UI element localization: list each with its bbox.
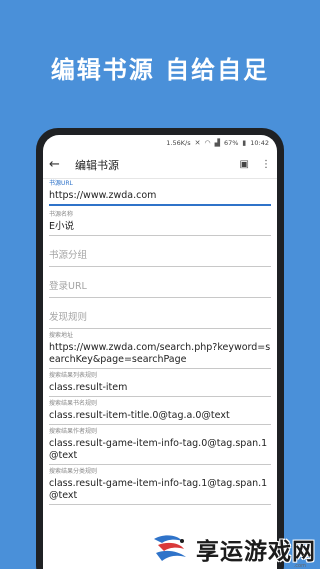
search-name-input[interactable]: class.result-item-title.0@tag.a.0@text [49, 409, 271, 425]
phone-screen: 1.56K/s ✕ ◠ ▟ 67% ▮ 10:42 ← 编辑书源 ▣ ⋮ 书源U… [43, 135, 277, 569]
search-list-label: 搜索结果列表规则 [49, 372, 98, 379]
clock: 10:42 [250, 139, 269, 147]
battery-icon: ▮ [242, 139, 247, 147]
source-url-field[interactable]: 书源URL https://www.zwda.com [49, 179, 271, 206]
source-url-input[interactable]: https://www.zwda.com [49, 189, 271, 206]
wifi-icon: ◠ [204, 139, 211, 147]
status-bar: 1.56K/s ✕ ◠ ▟ 67% ▮ 10:42 [43, 135, 277, 151]
dragon-logo-icon [154, 535, 186, 561]
login-url-input[interactable]: 登录URL [49, 267, 271, 298]
more-vert-icon[interactable]: ⋮ [261, 159, 271, 170]
promo-headline: 编辑书源 自给自足 [50, 56, 270, 84]
search-name-label: 搜索结果书名规则 [49, 400, 98, 407]
search-url-input[interactable]: https://www.zwda.com/search.php?keyword=… [49, 341, 271, 369]
search-kind-label: 搜索结果分类规则 [49, 468, 98, 475]
source-url-label: 书源URL [49, 180, 73, 187]
arrow-left-icon[interactable]: ← [49, 157, 71, 172]
source-form: 书源URL https://www.zwda.com 书源名称 E小说 书源分组… [43, 179, 277, 505]
signal-icon: ▟ [214, 139, 220, 147]
phone-frame: 1.56K/s ✕ ◠ ▟ 67% ▮ 10:42 ← 编辑书源 ▣ ⋮ 书源U… [36, 128, 284, 569]
app-bar: ← 编辑书源 ▣ ⋮ [43, 151, 277, 179]
search-author-label: 搜索结果作者规则 [49, 428, 98, 435]
page-title: 编辑书源 [75, 158, 119, 172]
battery-level: 67% [223, 139, 239, 147]
source-group-field[interactable]: 书源分组 [49, 236, 271, 267]
search-list-field[interactable]: 搜索结果列表规则 class.result-item [49, 371, 271, 397]
search-author-field[interactable]: 搜索结果作者规则 class.result-game-item-info-tag… [49, 427, 271, 465]
search-author-input[interactable]: class.result-game-item-info-tag.0@tag.sp… [49, 437, 271, 465]
search-url-field[interactable]: 搜索地址 https://www.zwda.com/search.php?key… [49, 331, 271, 369]
search-url-label: 搜索地址 [49, 332, 74, 339]
source-name-label: 书源名称 [49, 211, 74, 218]
search-kind-input[interactable]: class.result-game-item-info-tag.1@tag.sp… [49, 477, 271, 505]
source-name-input[interactable]: E小说 [49, 220, 271, 236]
network-speed: 1.56K/s [166, 139, 191, 147]
source-group-input[interactable]: 书源分组 [49, 236, 271, 267]
source-name-field[interactable]: 书源名称 E小说 [49, 210, 271, 236]
watermark-domain: .com [293, 563, 306, 569]
login-url-field[interactable]: 登录URL [49, 267, 271, 298]
site-watermark: 享运游戏网 [148, 531, 316, 567]
search-name-field[interactable]: 搜索结果书名规则 class.result-item-title.0@tag.a… [49, 399, 271, 425]
mute-icon: ✕ [194, 139, 201, 147]
discover-rule-input[interactable]: 发现规则 [49, 298, 271, 329]
save-icon[interactable]: ▣ [240, 159, 249, 170]
search-kind-field[interactable]: 搜索结果分类规则 class.result-game-item-info-tag… [49, 467, 271, 505]
search-list-input[interactable]: class.result-item [49, 381, 271, 397]
watermark-text: 享运游戏网 [196, 539, 316, 565]
discover-rule-field[interactable]: 发现规则 [49, 298, 271, 329]
